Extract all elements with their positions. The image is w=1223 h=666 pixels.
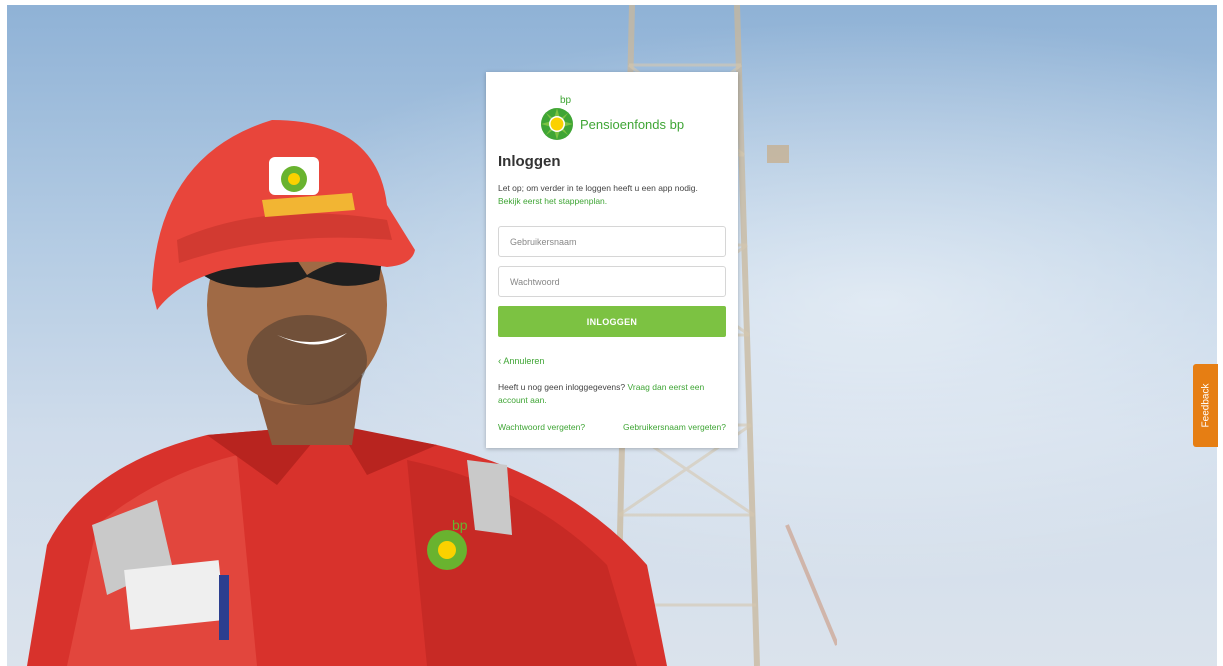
feedback-tab[interactable]: Feedback — [1193, 364, 1218, 447]
feedback-label: Feedback — [1200, 383, 1212, 428]
no-account-text: Heeft u nog geen inloggegevens? Vraag da… — [498, 381, 730, 407]
app-notice: Let op; om verder in te loggen heeft u e… — [498, 182, 730, 208]
login-card: bp Pensioenfonds bp Inloggen Let op; om … — [486, 72, 738, 448]
bp-helios-icon — [541, 108, 573, 140]
bp-wordmark: bp — [560, 95, 572, 106]
forgot-password-link[interactable]: Wachtwoord vergeten? — [498, 422, 585, 432]
chevron-left-icon: ‹ — [498, 356, 502, 367]
username-input[interactable] — [498, 226, 726, 257]
brand-logo: bp Pensioenfonds bp — [540, 95, 710, 141]
forgot-username-link[interactable]: Gebruikersnaam vergeten? — [623, 422, 726, 432]
login-button[interactable]: INLOGGEN — [498, 306, 726, 337]
password-input[interactable] — [498, 266, 726, 297]
page-title: Inloggen — [498, 153, 561, 170]
cancel-label: Annuleren — [503, 356, 545, 366]
app-notice-text: Let op; om verder in te loggen heeft u e… — [498, 183, 698, 193]
cancel-link[interactable]: ‹ Annuleren — [498, 356, 544, 367]
no-account-question: Heeft u nog geen inloggegevens? — [498, 382, 626, 392]
brand-name: Pensioenfonds bp — [580, 117, 685, 132]
svg-text:bp: bp — [452, 517, 468, 533]
stappenplan-link[interactable]: Bekijk eerst het stappenplan. — [498, 195, 730, 208]
